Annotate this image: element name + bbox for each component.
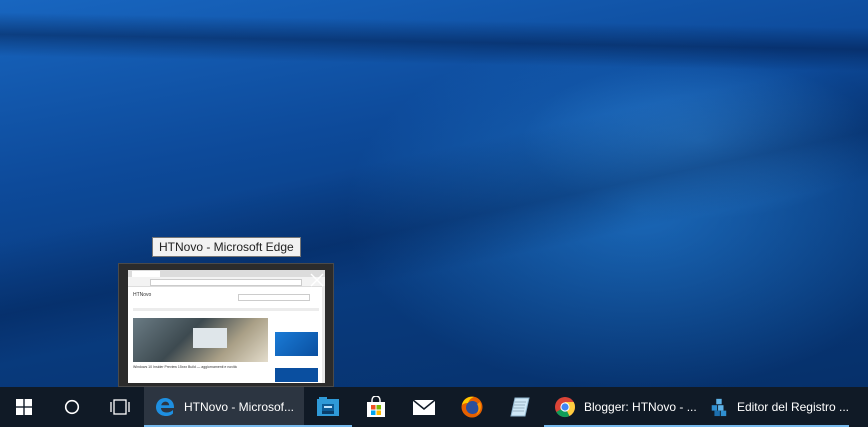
circle-icon — [64, 399, 80, 415]
cortana-button[interactable] — [48, 387, 96, 427]
chrome-icon — [555, 397, 576, 418]
taskbar-app-label: Editor del Registro ... — [736, 400, 849, 414]
windows-logo-icon — [16, 399, 32, 415]
task-view-button[interactable] — [96, 387, 144, 427]
window-thumbnail[interactable]: HTNovo Windows 10 Insider Preview 15xxx … — [128, 270, 325, 383]
window-title-tooltip: HTNovo - Microsoft Edge — [152, 237, 301, 257]
close-preview-button[interactable] — [301, 264, 333, 296]
thumbnail-side-image — [275, 332, 318, 356]
registry-editor-icon — [711, 398, 727, 417]
taskbar-app-store[interactable] — [352, 387, 400, 427]
task-view-icon — [110, 399, 130, 415]
taskbar-thumbnail-preview[interactable]: HTNovo Windows 10 Insider Preview 15xxx … — [118, 263, 334, 387]
start-button[interactable] — [0, 387, 48, 427]
firefox-icon — [461, 396, 483, 418]
taskbar-app-chrome[interactable]: Blogger: HTNovo - ... — [544, 387, 699, 427]
mail-icon — [412, 399, 436, 415]
thumbnail-headline: Windows 10 Insider Preview 15xxx Build —… — [133, 365, 237, 369]
notepad-icon — [510, 397, 530, 417]
taskbar-app-firefox[interactable] — [448, 387, 496, 427]
taskbar-app-edge[interactable]: HTNovo - Microsof... — [144, 387, 304, 427]
store-icon — [367, 396, 385, 417]
thumbnail-site-brand: HTNovo — [133, 292, 152, 298]
thumbnail-hero-image — [133, 318, 268, 362]
edge-icon — [156, 398, 175, 416]
taskbar-app-notepad[interactable] — [496, 387, 544, 427]
taskbar-app-registry-editor[interactable]: Editor del Registro ... — [699, 387, 849, 427]
taskbar-app-label: HTNovo - Microsof... — [184, 400, 295, 414]
file-explorer-icon — [317, 397, 339, 416]
taskbar: HTNovo - Microsof... Blogger: HTNovo - .… — [0, 387, 868, 427]
taskbar-app-label: Blogger: HTNovo - ... — [584, 400, 697, 414]
close-icon — [310, 273, 324, 287]
taskbar-app-file-explorer[interactable] — [304, 387, 352, 427]
taskbar-app-mail[interactable] — [400, 387, 448, 427]
